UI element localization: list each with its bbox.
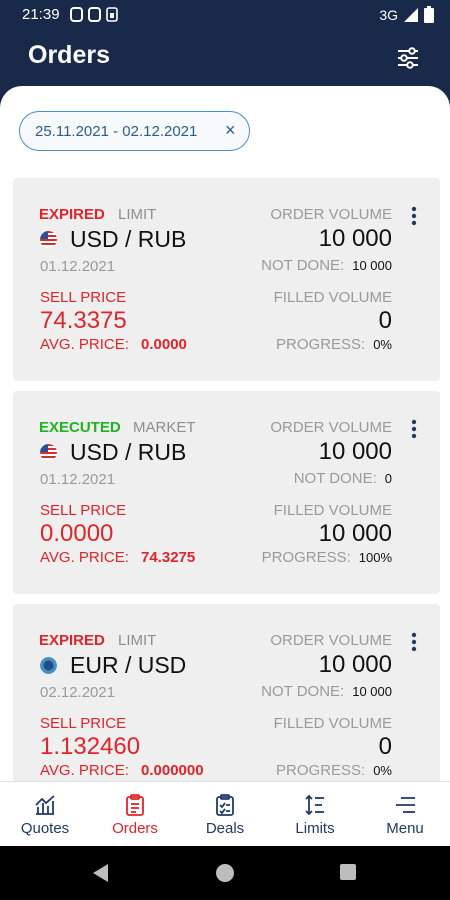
not-done-value: 10 000: [352, 258, 392, 273]
progress-label: PROGRESS:: [276, 762, 366, 779]
avg-price-value: 0.0000: [141, 336, 187, 353]
sell-price-value: 74.3375: [40, 307, 127, 334]
sell-price-label: SELL PRICE: [40, 502, 127, 519]
nav-label: Limits: [295, 820, 335, 837]
sell-price-value: 0.0000: [40, 520, 114, 547]
order-volume-label: ORDER VOLUME: [270, 206, 392, 223]
sell-price-label: SELL PRICE: [40, 715, 127, 732]
date-range-chip[interactable]: 25.11.2021 - 02.12.2021 ×: [19, 111, 250, 151]
order-date: 01.12.2021: [40, 471, 116, 488]
network-type: 3G: [379, 6, 398, 23]
order-volume-label: ORDER VOLUME: [270, 632, 392, 649]
chart-icon: [35, 795, 55, 815]
filled-volume-label: FILLED VOLUME: [273, 289, 392, 306]
nav-label: Quotes: [20, 820, 70, 837]
not-done-label: NOT DONE:: [261, 257, 345, 274]
sell-price-value: 1.132460: [40, 733, 141, 760]
filled-volume-label: FILLED VOLUME: [273, 715, 392, 732]
status-bar: 21:39 3G: [0, 0, 450, 30]
progress-value: 0%: [373, 763, 392, 778]
app-header: Orders: [0, 30, 450, 86]
filter-settings-icon[interactable]: [396, 46, 420, 70]
recents-icon[interactable]: [340, 864, 356, 880]
progress-row: PROGRESS: 100%: [262, 549, 392, 566]
order-type: LIMIT: [118, 206, 157, 223]
nav-orders[interactable]: Orders: [90, 782, 180, 846]
more-vert-icon[interactable]: [411, 632, 417, 652]
clipboard-icon: [126, 794, 144, 816]
progress-label: PROGRESS:: [261, 549, 351, 566]
sell-price-label: SELL PRICE: [40, 289, 127, 306]
home-icon[interactable]: [216, 864, 234, 882]
order-type: LIMIT: [118, 632, 157, 649]
nav-label: Menu: [386, 820, 424, 837]
progress-row: PROGRESS: 0%: [276, 336, 392, 353]
signal-icon: [404, 7, 418, 22]
avg-price-value: 0.000000: [141, 762, 204, 779]
eu-flag-icon: [40, 657, 57, 674]
nav-deals[interactable]: Deals: [180, 782, 270, 846]
us-flag-icon: [40, 444, 57, 461]
avg-price-value: 74.3275: [141, 549, 196, 566]
order-card[interactable]: EXPIRED LIMIT USD / RUB 01.12.2021 SELL …: [13, 178, 440, 381]
nav-label: Orders: [112, 820, 158, 837]
notification-icon: [88, 7, 101, 22]
progress-row: PROGRESS: 0%: [276, 762, 392, 779]
sort-arrows-icon: [305, 794, 324, 816]
us-flag-icon: [40, 231, 57, 248]
avg-price-label: AVG. PRICE:: [40, 549, 129, 566]
order-card[interactable]: EXPIRED LIMIT EUR / USD 02.12.2021 SELL …: [13, 604, 440, 781]
progress-label: PROGRESS:: [276, 336, 366, 353]
filled-volume-value: 10 000: [318, 520, 392, 547]
order-date: 01.12.2021: [40, 258, 116, 275]
filled-volume-value: 0: [378, 733, 392, 760]
currency-pair: EUR / USD: [70, 652, 187, 678]
order-status: EXPIRED: [39, 632, 105, 649]
progress-value: 100%: [358, 550, 392, 565]
order-volume-value: 10 000: [318, 651, 392, 678]
order-status: EXECUTED: [39, 419, 121, 436]
date-range-text: 25.11.2021 - 02.12.2021: [35, 123, 198, 140]
order-volume-value: 10 000: [318, 225, 392, 252]
sim-icon: [106, 7, 118, 22]
not-done-row: NOT DONE: 10 000: [261, 257, 392, 274]
back-icon[interactable]: [93, 864, 108, 882]
battery-icon: [424, 6, 434, 23]
not-done-value: 0: [384, 471, 392, 486]
nav-limits[interactable]: Limits: [270, 782, 360, 846]
order-card[interactable]: EXECUTED MARKET USD / RUB 01.12.2021 SEL…: [13, 391, 440, 594]
bottom-nav: Quotes Orders Deals Limits Menu: [0, 781, 450, 846]
filled-volume-value: 0: [378, 307, 392, 334]
not-done-row: NOT DONE: 0: [294, 470, 392, 487]
not-done-row: NOT DONE: 10 000: [261, 683, 392, 700]
page-title: Orders: [28, 41, 110, 69]
currency-pair: USD / RUB: [70, 226, 187, 252]
filled-volume-label: FILLED VOLUME: [273, 502, 392, 519]
nav-label: Deals: [205, 820, 245, 837]
order-volume-label: ORDER VOLUME: [270, 419, 392, 436]
clear-date-icon[interactable]: ×: [225, 120, 236, 141]
currency-pair: USD / RUB: [70, 439, 187, 465]
not-done-label: NOT DONE:: [293, 470, 377, 487]
checklist-icon: [216, 794, 234, 816]
progress-value: 0%: [373, 337, 392, 352]
nav-menu[interactable]: Menu: [360, 782, 450, 846]
nav-quotes[interactable]: Quotes: [0, 782, 90, 846]
status-time: 21:39: [22, 6, 60, 23]
order-date: 02.12.2021: [40, 684, 116, 701]
avg-price-label: AVG. PRICE:: [40, 762, 129, 779]
more-vert-icon[interactable]: [411, 206, 417, 226]
not-done-label: NOT DONE:: [261, 683, 345, 700]
orders-content[interactable]: 25.11.2021 - 02.12.2021 × EXPIRED LIMIT …: [0, 86, 450, 781]
order-status: EXPIRED: [39, 206, 105, 223]
menu-icon: [396, 797, 415, 813]
order-volume-value: 10 000: [318, 438, 392, 465]
system-nav-bar: [0, 846, 450, 900]
not-done-value: 10 000: [352, 684, 392, 699]
avg-price-label: AVG. PRICE:: [40, 336, 129, 353]
more-vert-icon[interactable]: [411, 419, 417, 439]
notification-icons: [70, 7, 118, 22]
order-type: MARKET: [133, 419, 196, 436]
notification-icon: [70, 7, 83, 22]
